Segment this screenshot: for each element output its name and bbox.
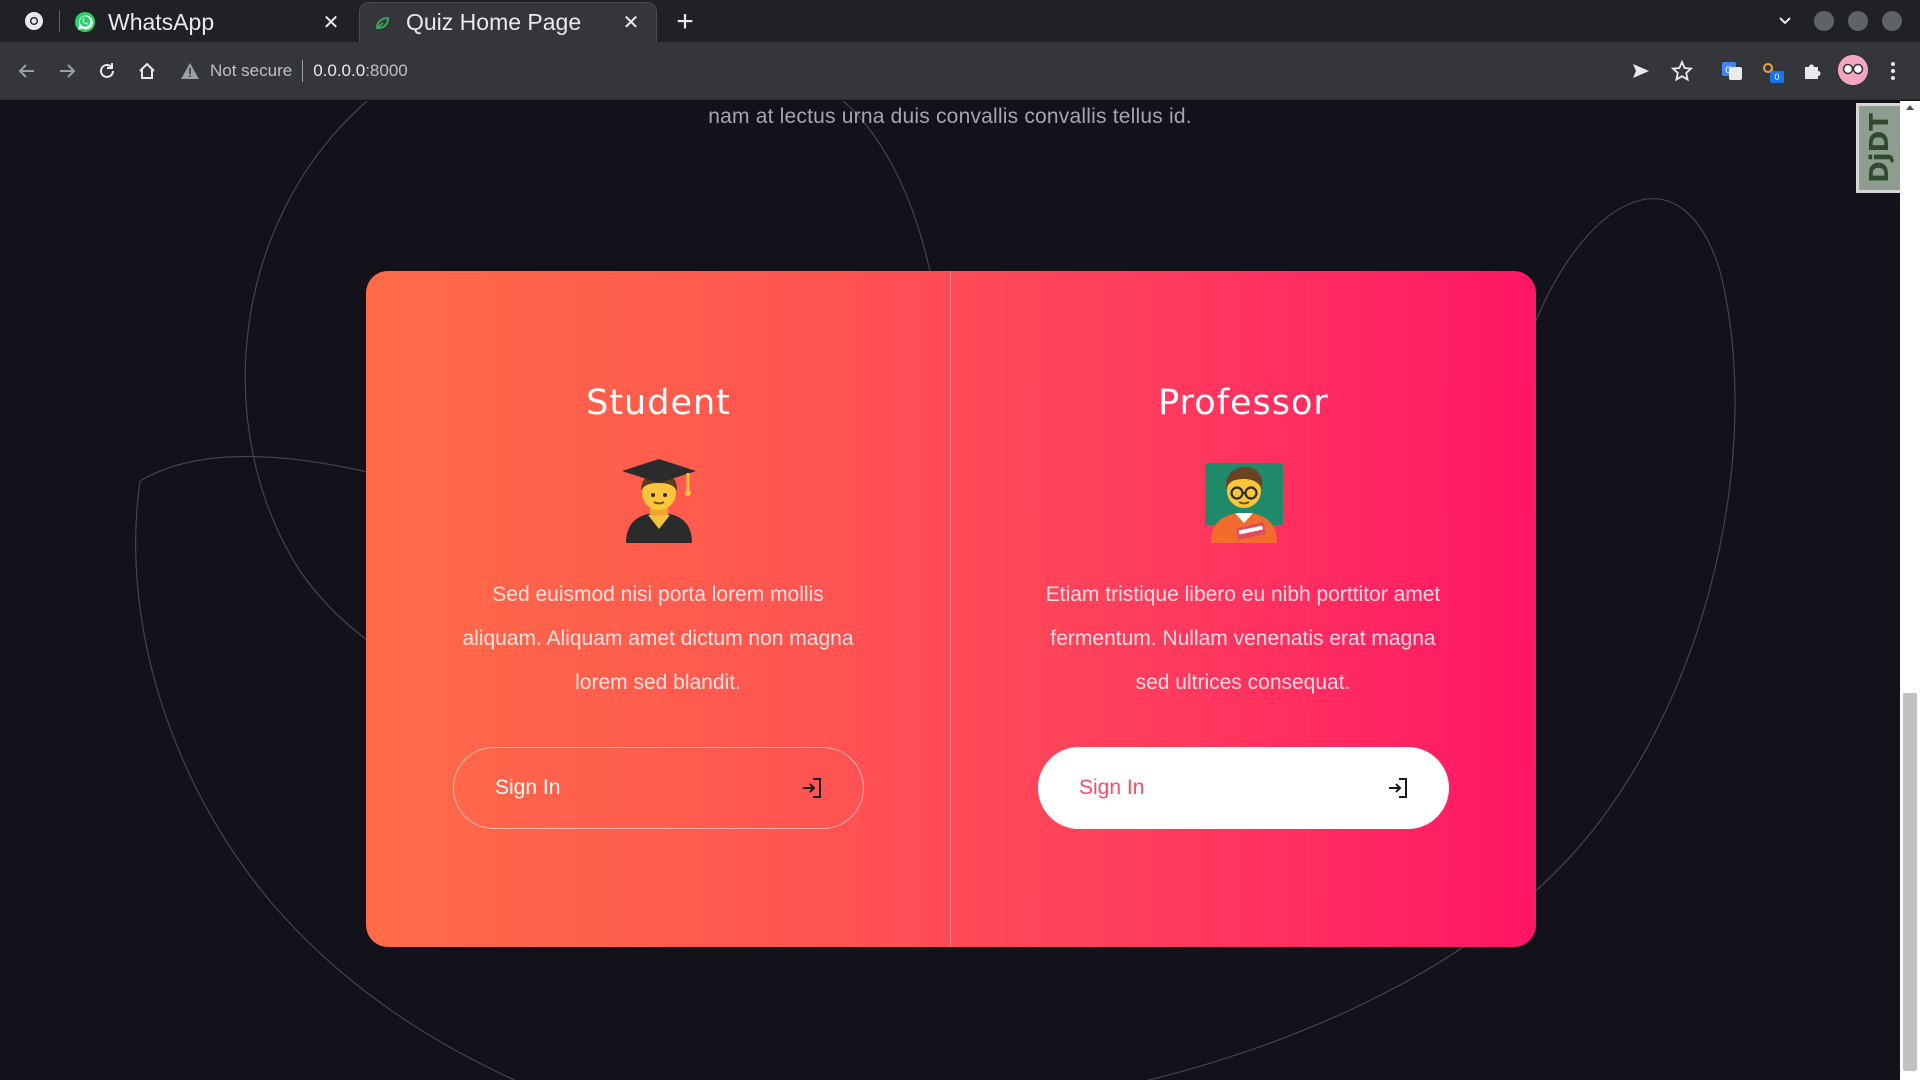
warning-icon[interactable]	[180, 61, 200, 81]
svg-text:G: G	[1725, 66, 1732, 76]
leaf-icon	[375, 16, 390, 29]
home-icon[interactable]	[133, 57, 161, 85]
djdt-label: DjDT	[1865, 113, 1895, 183]
close-window-button[interactable]	[1882, 11, 1902, 31]
teacher-emoji-icon	[1205, 463, 1283, 543]
graduate-emoji-icon	[622, 459, 696, 543]
scrollbar-thumb[interactable]	[1903, 693, 1917, 1071]
sign-in-label: Sign In	[1079, 776, 1145, 799]
professor-sign-in-button[interactable]: Sign In	[1038, 747, 1449, 829]
extension-key-icon[interactable]: 0	[1758, 57, 1786, 85]
close-tab-icon[interactable]: ✕	[618, 10, 644, 36]
page-viewport: nam at lectus urna duis convallis conval…	[0, 101, 1900, 1080]
tab-quiz-home[interactable]: Quiz Home Page ✕	[359, 2, 657, 42]
address-divider	[302, 60, 304, 82]
intro-text: nam at lectus urna duis convallis conval…	[708, 105, 1192, 128]
professor-title: Professor	[1158, 383, 1329, 423]
reload-icon[interactable]	[93, 57, 121, 85]
url-host: 0.0.0.0	[313, 61, 366, 80]
sign-in-label: Sign In	[495, 776, 561, 799]
student-panel: Student Sed euismod nisi porta lorem mol…	[366, 271, 951, 947]
professor-panel: Professor Etiam tristique libero eu nibh…	[951, 271, 1536, 947]
new-tab-button[interactable]: +	[670, 7, 700, 37]
tab-title: WhatsApp	[108, 8, 215, 35]
chrome-icon[interactable]	[24, 11, 44, 31]
profile-avatar[interactable]	[1838, 55, 1868, 85]
login-arrow-icon	[803, 778, 821, 798]
send-tab-icon[interactable]	[1627, 57, 1655, 85]
whatsapp-icon	[75, 12, 95, 32]
extensions-puzzle-icon[interactable]	[1798, 57, 1826, 85]
back-icon[interactable]	[13, 57, 41, 85]
django-debug-toolbar-handle[interactable]: DjDT	[1856, 103, 1904, 193]
tab-title: Quiz Home Page	[406, 9, 582, 35]
close-tab-icon[interactable]: ✕	[318, 9, 344, 35]
tab-separator	[59, 10, 60, 32]
maximize-button[interactable]	[1848, 11, 1868, 31]
google-translate-icon[interactable]: G	[1718, 57, 1746, 85]
extension-badge: 0	[1770, 71, 1784, 83]
role-selection-card: Student Sed euismod nisi porta lorem mol…	[366, 271, 1536, 947]
student-description: Sed euismod nisi porta lorem mollis aliq…	[462, 583, 854, 694]
student-sign-in-button[interactable]: Sign In	[453, 747, 864, 829]
tab-strip: WhatsApp ✕ Quiz Home Page ✕ +	[0, 0, 1920, 42]
page-scrollbar[interactable]	[1900, 101, 1920, 1080]
minimize-button[interactable]	[1814, 11, 1834, 31]
forward-icon[interactable]	[53, 57, 81, 85]
security-label: Not secure	[210, 61, 293, 80]
scroll-up-arrow-icon[interactable]	[1905, 103, 1915, 111]
student-title: Student	[586, 383, 731, 423]
url-port: :8000	[365, 61, 408, 80]
login-arrow-icon	[1389, 778, 1407, 798]
tab-search-chevron-icon[interactable]	[1772, 8, 1798, 34]
professor-description: Etiam tristique libero eu nibh porttitor…	[1045, 583, 1441, 694]
bookmark-star-icon[interactable]	[1668, 57, 1696, 85]
tab-whatsapp[interactable]: WhatsApp ✕	[62, 2, 356, 42]
address-bar[interactable]: Not secure 0.0.0.0 :8000	[180, 58, 408, 84]
menu-kebab-icon[interactable]	[1879, 57, 1907, 85]
